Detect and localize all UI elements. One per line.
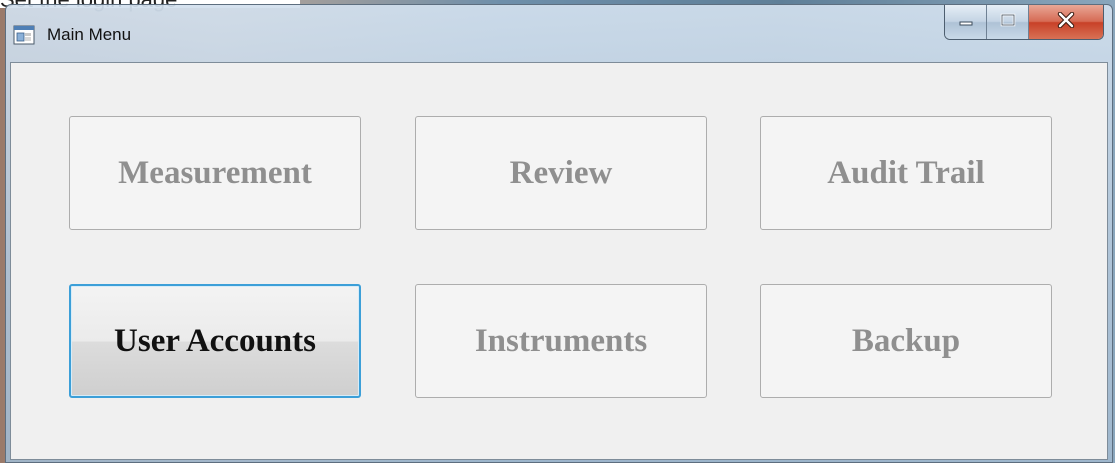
review-label: Review (509, 154, 613, 191)
close-button[interactable] (1029, 5, 1103, 39)
backup-label: Backup (851, 322, 961, 359)
user-accounts-button[interactable]: User Accounts (69, 284, 361, 398)
title-bar[interactable]: Main Menu (6, 5, 1112, 61)
backup-button[interactable]: Backup (760, 284, 1052, 398)
caption-buttons (944, 5, 1104, 40)
user-accounts-label: User Accounts (114, 322, 316, 359)
main-menu-window: Main Menu Measurement Review Audit Trail… (5, 4, 1113, 463)
review-button[interactable]: Review (415, 116, 707, 230)
maximize-button[interactable] (987, 5, 1029, 39)
audit-trail-label: Audit Trail (827, 154, 985, 191)
instruments-label: Instruments (474, 322, 648, 359)
maximize-icon (1000, 13, 1016, 32)
measurement-button[interactable]: Measurement (69, 116, 361, 230)
instruments-button[interactable]: Instruments (415, 284, 707, 398)
measurement-label: Measurement (118, 154, 312, 191)
minimize-icon (958, 13, 974, 31)
audit-trail-button[interactable]: Audit Trail (760, 116, 1052, 230)
menu-panel: Measurement Review Audit Trail User Acco… (10, 62, 1108, 460)
minimize-button[interactable] (945, 5, 987, 39)
window-title: Main Menu (47, 25, 132, 44)
app-window-icon (13, 24, 35, 46)
close-icon (1057, 11, 1075, 33)
